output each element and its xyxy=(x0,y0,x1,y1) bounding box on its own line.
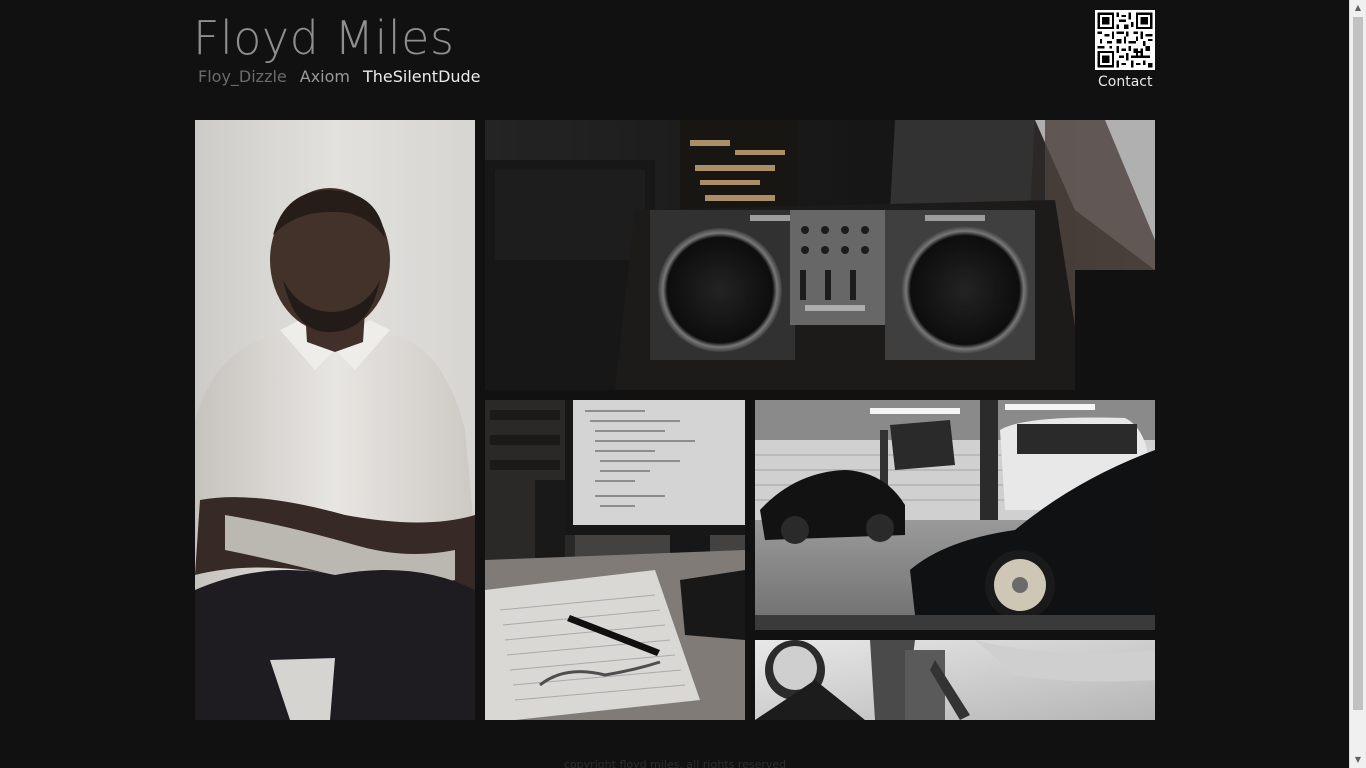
nav-link-axiom[interactable]: Axiom xyxy=(300,67,350,86)
portrait-photo[interactable] xyxy=(195,120,475,720)
scroll-up-icon[interactable]: ▲ xyxy=(1350,0,1366,16)
scroll-down-icon[interactable]: ▼ xyxy=(1350,752,1366,768)
footer-copyright: copyright floyd miles. all rights reserv… xyxy=(563,758,787,768)
scroll-thumb[interactable] xyxy=(1353,17,1363,710)
nav-link-thesilentdude[interactable]: TheSilentDude xyxy=(363,67,481,86)
contact-link[interactable]: Contact xyxy=(1098,74,1152,90)
profile-nav: Floy_Dizzle Axiom TheSilentDude xyxy=(198,67,481,86)
desk-photo[interactable] xyxy=(485,400,745,720)
turntables-photo[interactable] xyxy=(485,120,1155,390)
nav-link-floy-dizzle[interactable]: Floy_Dizzle xyxy=(198,67,287,86)
vertical-scrollbar[interactable]: ▲ ▼ xyxy=(1349,0,1366,768)
qr-code-icon[interactable] xyxy=(1095,10,1155,70)
sky-photo[interactable] xyxy=(755,640,1155,720)
garage-photo[interactable] xyxy=(755,400,1155,630)
site-title: Floyd Miles xyxy=(193,11,455,65)
page: Floyd Miles Floy_Dizzle Axiom TheSilentD… xyxy=(0,0,1366,768)
